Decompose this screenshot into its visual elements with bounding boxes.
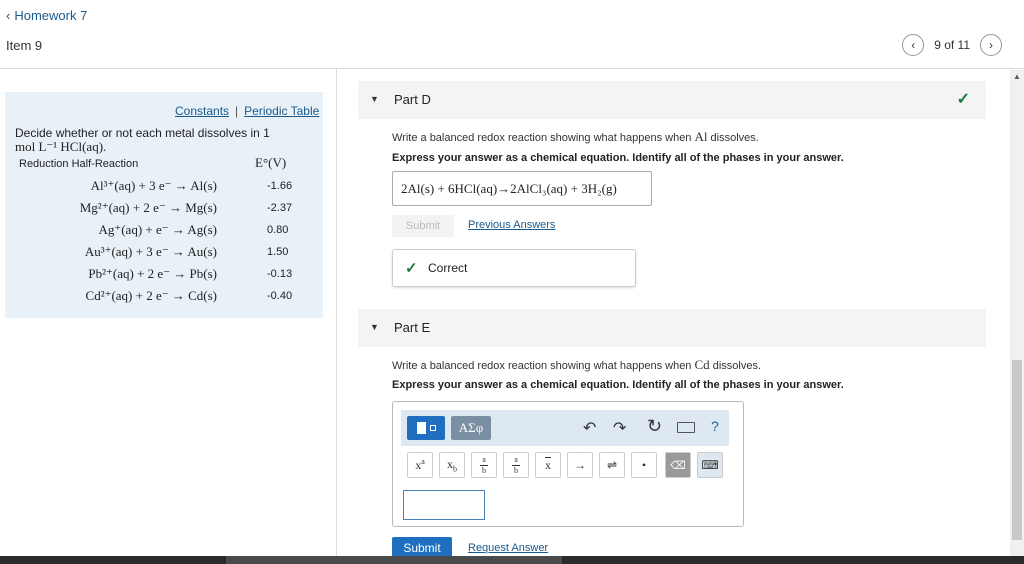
feedback-box: ✓ Correct [392,249,636,287]
intro-sentence: Decide whether or not each metal dissolv… [15,126,270,140]
chevron-left-icon: ‹ [911,38,916,52]
item-pager: ‹ 9 of 11 › [902,34,1002,56]
part-d-prompt: Write a balanced redox reaction showing … [392,129,759,145]
prompt-text: Write a balanced redox reaction showing … [392,132,695,144]
part-d-instruction: Express your answer as a chemical equati… [392,152,844,164]
part-d-header[interactable]: ▼ Part D ✓ [358,81,986,119]
part-e-header[interactable]: ▼ Part E [358,309,986,347]
reaction-potential: -0.13 [267,268,293,280]
template-small-box-icon [429,425,436,431]
reset-icon[interactable]: ↻ [647,416,662,437]
dot-button[interactable]: • [631,452,657,478]
previous-item-button[interactable]: ‹ [902,34,925,56]
scrollbar-thumb[interactable] [1012,360,1022,540]
reaction-equation: Mg²⁺(aq) + 2 e⁻ → Mg(s) [79,200,217,215]
bottom-bar-segment [226,556,562,564]
reaction-equation: Pb²⁺(aq) + 2 e⁻ → Pb(s) [88,266,217,281]
table-header-reaction: Reduction Half-Reaction [19,158,139,170]
overline-button[interactable]: x [535,452,561,478]
back-link-label: Homework 7 [14,8,88,23]
reaction-arrow-button[interactable]: → [567,452,593,478]
greek-symbols-button[interactable]: ΑΣφ [451,416,491,440]
link-separator: | [235,104,239,118]
previous-answers-link[interactable]: Previous Answers [468,219,555,231]
resource-links: Constants | Periodic Table [175,104,319,118]
reaction-equation: Al³⁺(aq) + 3 e⁻ → Al(s) [90,178,217,193]
caret-down-icon: ▼ [370,322,379,332]
scrollbar[interactable]: ▲ [1010,70,1024,556]
request-answer-link[interactable]: Request Answer [468,542,548,554]
intro-text: Decide whether or not each metal dissolv… [15,126,315,154]
part-d-answer-box: 2Al(s) + 6HCl(aq)→2AlCl₃(aq) + 3H₂(g) [392,171,652,206]
help-button[interactable]: ? [711,418,719,434]
header-divider [0,68,1024,69]
prompt-text-end: dissolves. [707,132,759,144]
reaction-row: Cd²⁺(aq) + 2 e⁻ → Cd(s) -0.40 [5,286,323,308]
undo-icon[interactable]: ↶ [583,418,596,438]
table-header-potential: E°(V) [255,155,287,170]
reaction-row: Pb²⁺(aq) + 2 e⁻ → Pb(s) -0.13 [5,264,323,286]
chevron-right-icon: › [989,38,993,52]
back-to-homework-link[interactable]: ‹ Homework 7 [6,8,87,23]
equilibrium-arrow-button[interactable]: ⇌ [599,452,625,478]
pager-text: 9 of 11 [934,38,970,52]
reaction-equation: Cd²⁺(aq) + 2 e⁻ → Cd(s) [85,288,217,303]
feedback-text: Correct [428,261,468,275]
prompt-element: Al [694,129,708,144]
reaction-row: Mg²⁺(aq) + 2 e⁻ → Mg(s) -2.37 [5,198,323,220]
next-item-button[interactable]: › [980,34,1002,56]
reaction-equation: Ag⁺(aq) + e⁻ → Ag(s) [98,222,217,237]
templates-button[interactable] [407,416,445,440]
constants-link[interactable]: Constants [175,104,229,118]
caret-down-icon: ▼ [370,94,379,104]
prompt-element: Cd [694,357,710,372]
panel-divider [336,68,337,556]
chevron-left-icon: ‹ [6,8,11,23]
reaction-row: Al³⁺(aq) + 3 e⁻ → Al(s) -1.66 [5,176,323,198]
reaction-row: Ag⁺(aq) + e⁻ → Ag(s) 0.80 [5,220,323,242]
subscript-button[interactable]: xb [439,452,465,478]
reaction-potential: 1.50 [267,246,289,258]
part-d-label: Part D [394,92,431,107]
fraction-alt-button[interactable]: ab [503,452,529,478]
reaction-potential: -1.66 [267,180,293,192]
prompt-text: Write a balanced redox reaction showing … [392,360,695,372]
bottom-bar [0,556,1024,564]
reaction-potential: -2.37 [267,202,293,214]
editor-toolbar: ΑΣφ ↶ ↷ ↻ ? [401,410,729,446]
info-panel: Constants | Periodic Table Decide whethe… [5,92,323,318]
checkmark-icon: ✓ [956,91,970,108]
item-title: Item 9 [6,38,43,53]
intro-concentration: mol L⁻¹ HCl(aq). [15,139,107,154]
template-box-icon [416,422,426,434]
reaction-equation: Au³⁺(aq) + 3 e⁻ → Au(s) [84,244,217,259]
answer-input[interactable] [403,490,485,520]
part-d-submit-button: Submit [392,215,454,237]
prompt-text-end: dissolves. [709,360,762,372]
symbol-toolbar: xa xb ab ab x → ⇌ • ⌫ ⌨ [401,450,729,482]
delete-icon[interactable]: ⌫ [665,452,691,478]
reaction-row: Au³⁺(aq) + 3 e⁻ → Au(s) 1.50 [5,242,323,264]
keyboard-icon[interactable]: ⌨ [697,452,723,478]
superscript-button[interactable]: xa [407,452,433,478]
fraction-button[interactable]: ab [471,452,497,478]
keyboard-shortcuts-icon[interactable] [677,422,695,433]
reaction-potential: -0.40 [267,290,293,302]
part-e-instruction: Express your answer as a chemical equati… [392,379,844,391]
periodic-table-link[interactable]: Periodic Table [244,104,319,118]
scroll-up-icon[interactable]: ▲ [1013,72,1021,81]
checkmark-icon: ✓ [405,260,418,277]
redo-icon[interactable]: ↷ [613,418,626,438]
reaction-potential: 0.80 [267,224,289,236]
part-e-label: Part E [394,320,431,335]
equation-editor: ΑΣφ ↶ ↷ ↻ ? xa xb ab ab x → ⇌ • ⌫ ⌨ [392,401,744,527]
part-e-prompt: Write a balanced redox reaction showing … [392,357,761,373]
